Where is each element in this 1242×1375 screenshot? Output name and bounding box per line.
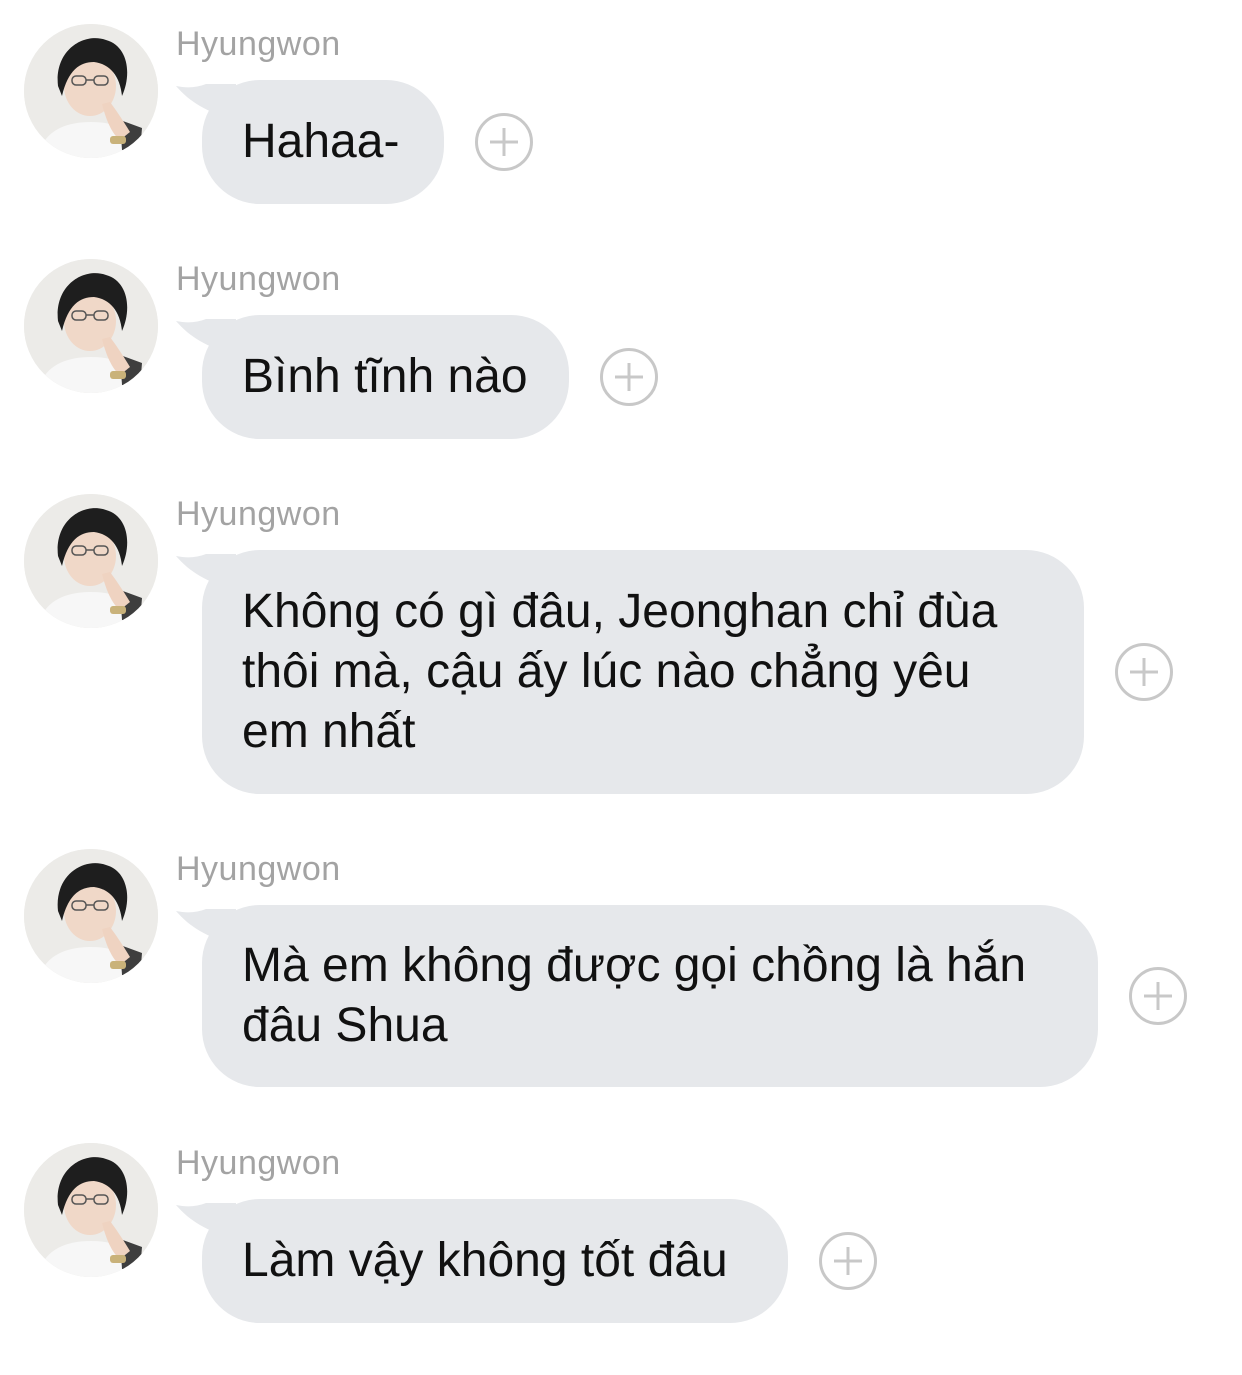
- avatar[interactable]: [24, 494, 158, 628]
- add-reaction-icon[interactable]: [1129, 967, 1187, 1025]
- add-reaction-icon[interactable]: [1115, 643, 1173, 701]
- avatar[interactable]: [24, 259, 158, 393]
- sender-name: Hyungwon: [176, 1144, 341, 1182]
- sender-name: Hyungwon: [176, 850, 341, 888]
- message-bubble[interactable]: Không có gì đâu, Jeonghan chỉ đùa thôi m…: [202, 550, 1084, 794]
- message-bubble[interactable]: Làm vậy không tốt đâu: [202, 1199, 788, 1323]
- avatar-image: [24, 494, 158, 628]
- sender-name: Hyungwon: [176, 25, 341, 63]
- add-reaction-icon[interactable]: [819, 1232, 877, 1290]
- sender-name: Hyungwon: [176, 495, 341, 533]
- add-reaction-icon[interactable]: [600, 348, 658, 406]
- avatar[interactable]: [24, 24, 158, 158]
- avatar[interactable]: [24, 1143, 158, 1277]
- message-bubble[interactable]: Mà em không được gọi chồng là hắn đâu Sh…: [202, 905, 1098, 1087]
- avatar-image: [24, 849, 158, 983]
- sender-name: Hyungwon: [176, 260, 341, 298]
- avatar[interactable]: [24, 849, 158, 983]
- message-bubble[interactable]: Bình tĩnh nào: [202, 315, 569, 439]
- message-bubble[interactable]: Hahaa-: [202, 80, 444, 204]
- avatar-image: [24, 259, 158, 393]
- avatar-image: [24, 24, 158, 158]
- add-reaction-icon[interactable]: [475, 113, 533, 171]
- avatar-image: [24, 1143, 158, 1277]
